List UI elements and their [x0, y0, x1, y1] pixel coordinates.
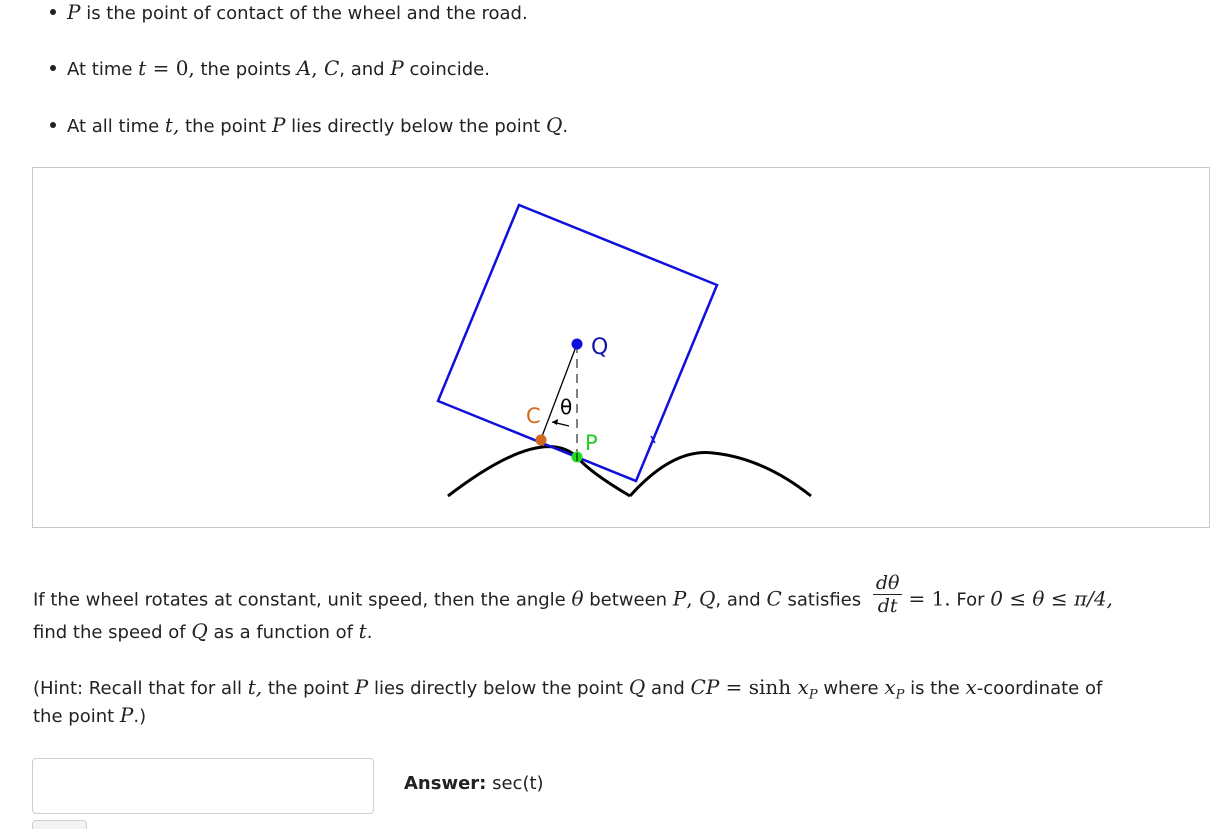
problem-page: P is the point of contact of the wheel a… — [0, 0, 1223, 829]
math-p: P — [354, 675, 369, 699]
answer-value: sec(t) — [486, 773, 544, 794]
hint-text: .) — [133, 706, 147, 727]
question-text: For — [950, 589, 991, 611]
math-t: t — [358, 619, 367, 643]
math-c: C — [766, 586, 782, 611]
submit-button[interactable] — [32, 820, 87, 829]
road-arch-left — [447, 445, 631, 498]
question-text: If the wheel rotates at constant, unit s… — [33, 589, 572, 611]
math-eq: = 1. — [908, 586, 951, 611]
math-p: P — [119, 703, 134, 727]
dtheta-dt-fraction: dθ dt — [872, 572, 903, 617]
math-eq: = 0, — [146, 56, 195, 80]
answer-input[interactable] — [32, 758, 374, 814]
label-theta: θ — [560, 395, 572, 419]
math-comma: , — [686, 586, 699, 611]
point-q — [571, 338, 583, 350]
wheel-diagram: Q C P θ — [436, 203, 812, 498]
question-line-2: find the speed of Q as a function of t. — [33, 619, 372, 645]
hint-text: the point — [33, 706, 120, 727]
math-t: t — [138, 56, 147, 80]
bullet-text: the point — [179, 116, 272, 137]
math-cp: CP — [690, 675, 720, 699]
question-text: satisfies — [781, 589, 862, 611]
bullet-text: coincide. — [403, 59, 490, 80]
math-t: t, — [247, 675, 263, 699]
hint-text: and — [645, 678, 691, 699]
answer-label: Answer: — [404, 773, 487, 794]
bullet-time-zero: At time t = 0, the points A, C, and P co… — [50, 56, 490, 82]
hint-text: (Hint: Recall that for all — [33, 678, 248, 699]
bullet-text: , and — [339, 59, 391, 80]
math-q: Q — [546, 113, 563, 137]
fraction-numerator: dθ — [872, 572, 903, 595]
math-range: 0 ≤ θ ≤ π/4, — [990, 586, 1113, 611]
bullet-text: lies directly below the point — [285, 116, 546, 137]
question-line-1: If the wheel rotates at constant, unit s… — [33, 572, 1113, 623]
question-text: . — [366, 622, 373, 643]
hint-line-1: (Hint: Recall that for all t, the point … — [33, 675, 1102, 708]
question-text: , and — [715, 589, 767, 611]
math-theta: θ — [571, 586, 584, 611]
bullet-text: is the point of contact of the wheel and… — [80, 3, 528, 24]
q-c-line — [540, 343, 578, 440]
bullet-all-time: At all time t, the point P lies directly… — [49, 113, 569, 139]
math-q: Q — [699, 586, 716, 611]
question-text: between — [583, 589, 673, 611]
math-q: Q — [191, 619, 208, 643]
wheel-figure: Q C P θ — [32, 167, 1210, 528]
label-q: Q — [591, 335, 608, 360]
math-p: P — [672, 586, 687, 611]
answer-display: Answer: sec(t) — [404, 772, 544, 796]
math-a: A — [296, 56, 312, 80]
question-text: as a function of — [207, 622, 359, 643]
bullet-text: At time — [67, 59, 139, 80]
hint-line-2: the point P.) — [33, 703, 146, 729]
hint-text: -coordinate of — [976, 678, 1103, 699]
math-c: C — [323, 56, 340, 80]
math-p: P — [390, 56, 404, 80]
label-p: P — [585, 431, 598, 455]
math-sinh: = sinh — [719, 675, 798, 699]
fraction-denominator: dt — [877, 595, 898, 617]
math-x: x — [797, 675, 809, 699]
bullet-contact-point: P is the point of contact of the wheel a… — [50, 0, 528, 26]
math-sub-p: P — [808, 687, 818, 703]
math-p: P — [67, 0, 81, 24]
label-c: C — [526, 404, 541, 428]
bullet-text: . — [562, 116, 569, 137]
bullet-text: the points — [194, 59, 297, 80]
math-comma: , — [311, 56, 324, 80]
hint-text: is the — [904, 678, 966, 699]
hint-text: lies directly below the point — [368, 678, 629, 699]
math-q: Q — [628, 675, 646, 699]
hint-text: where — [817, 678, 885, 699]
math-x: x — [884, 675, 896, 699]
point-c — [535, 434, 547, 446]
math-t: t, — [164, 113, 180, 137]
theta-arrowhead — [552, 419, 558, 425]
hint-text: the point — [262, 678, 355, 699]
math-p: P — [271, 113, 286, 137]
question-text: find the speed of — [33, 622, 192, 643]
math-x: x — [965, 675, 977, 699]
road-arch-right — [628, 451, 812, 498]
bullet-text: At all time — [67, 116, 165, 137]
